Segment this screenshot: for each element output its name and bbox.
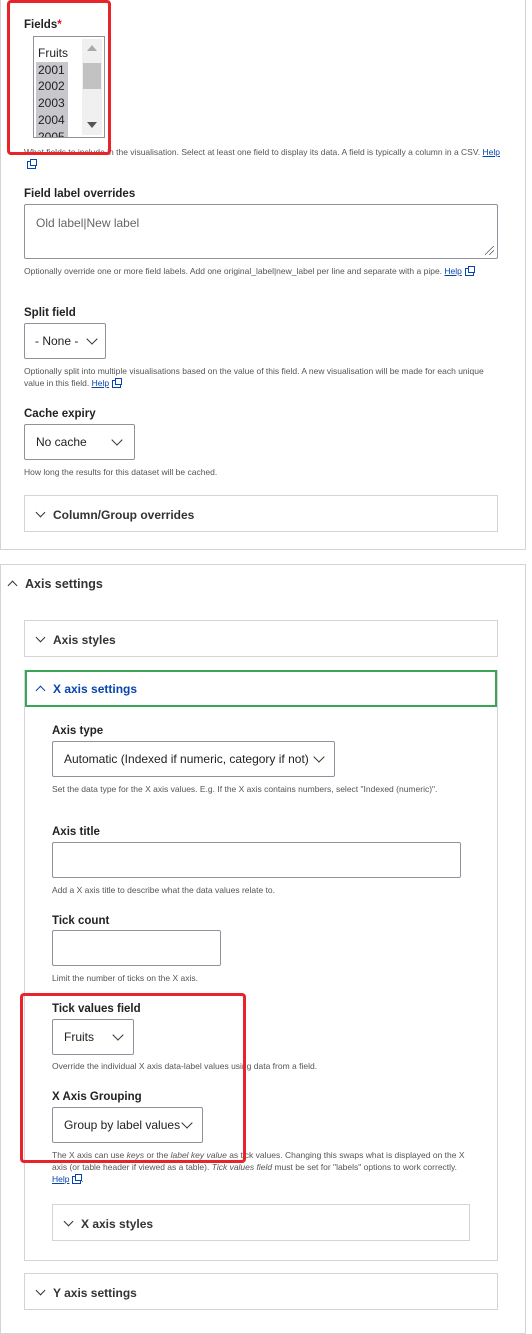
external-link-icon <box>27 158 37 169</box>
split-field-help: Optionally split into multiple visualisa… <box>24 366 484 388</box>
x-axis-grouping-select[interactable]: Group by label values <box>52 1107 203 1143</box>
tick-values-field-help: Override the individual X axis data-labe… <box>52 1061 318 1071</box>
help-link[interactable]: Help <box>92 378 109 388</box>
chevron-down-icon <box>35 1285 46 1296</box>
fields-option[interactable]: 2004 <box>36 111 68 129</box>
fields-option[interactable]: 2005 <box>36 128 68 137</box>
fields-help: What fields to include in the visualisat… <box>24 146 504 170</box>
field-label-overrides-help: Optionally override one or more field la… <box>24 265 504 277</box>
field-label-overrides-label: Field label overrides <box>24 188 136 200</box>
external-link-icon <box>72 1173 83 1184</box>
axis-type-label: Axis type <box>52 725 104 737</box>
chevron-up-icon <box>35 685 46 696</box>
scrollbar[interactable] <box>82 39 102 135</box>
chevron-up-icon <box>7 580 18 591</box>
chevron-down-icon <box>35 632 46 643</box>
required-mark: * <box>57 19 62 31</box>
chevron-down-icon <box>112 1029 124 1041</box>
help-link[interactable]: Help <box>482 147 499 157</box>
chevron-down-icon <box>181 1117 193 1129</box>
tick-count-help: Limit the number of ticks on the X axis. <box>52 973 198 983</box>
help-link[interactable]: Help <box>52 1174 69 1184</box>
chevron-down-icon <box>63 1216 74 1227</box>
axis-title-help: Add a X axis title to describe what the … <box>52 885 276 895</box>
textarea-placeholder: Old label|New label <box>36 216 140 230</box>
split-field-select[interactable]: - None - <box>24 323 106 359</box>
chevron-down-icon <box>111 434 123 446</box>
y-axis-settings-panel[interactable]: Y axis settings <box>24 1273 498 1310</box>
tick-values-field-select[interactable]: Fruits <box>52 1019 134 1055</box>
fields-option[interactable]: Fruits <box>36 45 68 62</box>
axis-settings-summary[interactable]: Axis settings <box>7 577 103 591</box>
x-axis-styles-summary[interactable]: X axis styles <box>63 1216 153 1231</box>
axis-title-label: Axis title <box>52 826 100 838</box>
scrollbar-thumb[interactable] <box>83 63 101 89</box>
fields-option[interactable]: 2002 <box>36 78 68 96</box>
x-axis-grouping-help: The X axis can use keys or the label key… <box>52 1150 465 1184</box>
chevron-down-icon <box>313 751 325 763</box>
scroll-down-icon[interactable] <box>87 122 97 128</box>
x-axis-settings-summary[interactable]: X axis settings <box>25 670 497 707</box>
chevron-down-icon <box>35 507 46 518</box>
help-link[interactable]: Help <box>444 266 461 276</box>
column-group-overrides-panel[interactable]: Column/Group overrides <box>24 495 498 532</box>
axis-type-select[interactable]: Automatic (Indexed if numeric, category … <box>52 741 335 777</box>
tick-values-field-label: Tick values field <box>52 1003 141 1015</box>
external-link-icon <box>464 265 475 276</box>
cache-expiry-label: Cache expiry <box>24 408 96 420</box>
external-link-icon <box>112 377 123 388</box>
x-axis-grouping-label: X Axis Grouping <box>52 1091 142 1103</box>
field-label-overrides-textarea[interactable]: Old label|New label <box>24 204 498 259</box>
fields-option[interactable]: 2001 <box>36 61 68 79</box>
scroll-up-icon[interactable] <box>87 45 97 51</box>
fields-label: Fields* <box>24 19 62 31</box>
x-axis-styles-panel[interactable]: X axis styles <box>52 1204 470 1241</box>
cache-expiry-select[interactable]: No cache <box>24 424 135 460</box>
axis-styles-panel[interactable]: Axis styles <box>24 620 498 657</box>
axis-type-help: Set the data type for the X axis values.… <box>52 784 438 794</box>
y-axis-settings-summary[interactable]: Y axis settings <box>35 1285 137 1300</box>
split-field-label: Split field <box>24 307 76 319</box>
fields-option[interactable]: 2003 <box>36 95 68 112</box>
resize-handle-icon[interactable] <box>485 246 494 255</box>
fields-multiselect[interactable]: Fruits 2001 2002 2003 2004 2005 <box>33 36 105 138</box>
tick-count-label: Tick count <box>52 915 110 927</box>
axis-title-input[interactable] <box>52 842 461 878</box>
tick-count-input[interactable] <box>52 930 221 966</box>
column-group-overrides-summary[interactable]: Column/Group overrides <box>35 507 194 522</box>
cache-expiry-help: How long the results for this dataset wi… <box>24 467 218 477</box>
axis-styles-summary[interactable]: Axis styles <box>35 632 116 647</box>
chevron-down-icon <box>86 333 98 345</box>
